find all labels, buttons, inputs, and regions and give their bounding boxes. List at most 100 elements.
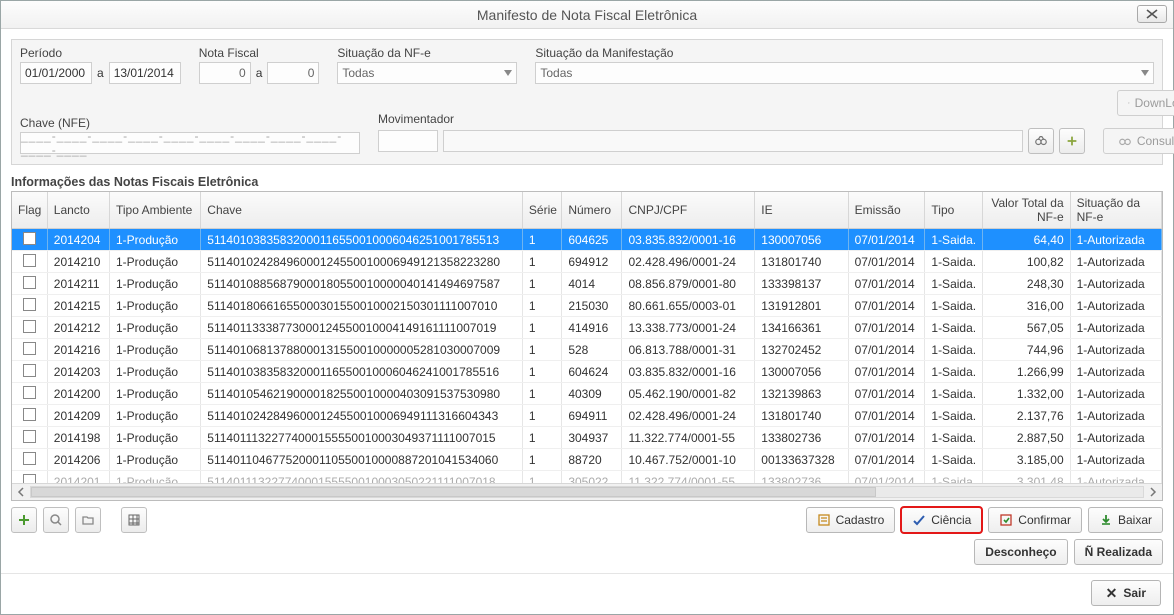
- manifestacao-combo[interactable]: Todas: [535, 62, 1154, 84]
- cell-ie: 133802736: [755, 427, 848, 449]
- baixar-button[interactable]: Baixar: [1088, 507, 1163, 533]
- cell-valor: 3.185,00: [983, 449, 1070, 471]
- consultar-button[interactable]: Consultar: [1103, 128, 1174, 154]
- cell-valor: 248,30: [983, 273, 1070, 295]
- horizontal-scrollbar[interactable]: [12, 483, 1162, 500]
- confirmar-button[interactable]: Confirmar: [988, 507, 1082, 533]
- cell-cnpj: 13.338.773/0001-24: [622, 317, 755, 339]
- cell-numero: 528: [562, 339, 622, 361]
- cell-lancto: 2014211: [47, 273, 109, 295]
- nf-from-input[interactable]: [199, 62, 251, 84]
- table-row[interactable]: 20142101-Produção51140102428496000124550…: [12, 251, 1162, 273]
- row-checkbox[interactable]: [23, 474, 36, 483]
- nf-to-input[interactable]: [267, 62, 319, 84]
- chevron-down-icon: [1141, 70, 1149, 76]
- open-button[interactable]: [75, 507, 101, 533]
- table-row[interactable]: 20141981-Produção51140111322774000155550…: [12, 427, 1162, 449]
- table-row[interactable]: 20142061-Produção51140110467752000110550…: [12, 449, 1162, 471]
- col-lancto-header[interactable]: Lancto: [47, 192, 109, 229]
- row-checkbox[interactable]: [23, 232, 36, 245]
- cell-numero: 304937: [562, 427, 622, 449]
- row-checkbox[interactable]: [23, 298, 36, 311]
- cell-emissao: 07/01/2014: [848, 471, 925, 483]
- cell-emissao: 07/01/2014: [848, 251, 925, 273]
- row-checkbox[interactable]: [23, 430, 36, 443]
- row-checkbox[interactable]: [23, 364, 36, 377]
- table-row[interactable]: 20142011-Produção51140111322774000155550…: [12, 471, 1162, 483]
- grid-options-button[interactable]: [121, 507, 147, 533]
- cell-serie: 1: [522, 405, 561, 427]
- table-row[interactable]: 20142121-Produção51140113338773000124550…: [12, 317, 1162, 339]
- row-checkbox[interactable]: [23, 320, 36, 333]
- col-ambiente-header[interactable]: Tipo Ambiente: [110, 192, 201, 229]
- cell-lancto: 2014216: [47, 339, 109, 361]
- table-row[interactable]: 20142161-Produção51140106813788000131550…: [12, 339, 1162, 361]
- scroll-thumb[interactable]: [31, 487, 876, 497]
- cell-tipo: 1-Saida.: [925, 229, 983, 251]
- movimentador-label: Movimentador: [378, 112, 1085, 126]
- cell-ie: 131801740: [755, 405, 848, 427]
- situacao-nfe-combo[interactable]: Todas: [337, 62, 517, 84]
- table-row[interactable]: 20142041-Produção51140103835832000116550…: [12, 229, 1162, 251]
- close-window-button[interactable]: [1137, 5, 1167, 23]
- chave-nfe-input[interactable]: ____-____-____-____-____-____-____-____-…: [20, 132, 360, 154]
- confirmar-label: Confirmar: [1018, 513, 1071, 527]
- cell-situacao: 1-Autorizada: [1070, 339, 1161, 361]
- col-numero-header[interactable]: Número: [562, 192, 622, 229]
- movimentador-code-input[interactable]: [378, 130, 438, 152]
- cell-lancto: 2014210: [47, 251, 109, 273]
- col-serie-header[interactable]: Série: [522, 192, 561, 229]
- cell-ie: 00133637328: [755, 449, 848, 471]
- col-tipo-header[interactable]: Tipo: [925, 192, 983, 229]
- download-button[interactable]: DownLoad: [1117, 90, 1174, 116]
- table-row[interactable]: 20142111-Produção51140108856879000180550…: [12, 273, 1162, 295]
- movimentador-name-display: [443, 130, 1023, 152]
- cell-tipo: 1-Saida.: [925, 449, 983, 471]
- cell-emissao: 07/01/2014: [848, 295, 925, 317]
- col-cnpj-header[interactable]: CNPJ/CPF: [622, 192, 755, 229]
- col-chave-header[interactable]: Chave: [201, 192, 523, 229]
- row-checkbox[interactable]: [23, 408, 36, 421]
- col-flag-header[interactable]: Flag: [12, 192, 47, 229]
- scroll-track[interactable]: [30, 486, 1144, 498]
- cadastro-button[interactable]: Cadastro: [806, 507, 896, 533]
- periodo-from-input[interactable]: [20, 62, 92, 84]
- col-valor-header[interactable]: Valor Total da NF-e: [983, 192, 1070, 229]
- table-row[interactable]: 20142031-Produção51140103835832000116550…: [12, 361, 1162, 383]
- scroll-left-button[interactable]: [14, 485, 28, 499]
- cell-situacao: 1-Autorizada: [1070, 317, 1161, 339]
- scroll-right-button[interactable]: [1146, 485, 1160, 499]
- row-checkbox[interactable]: [23, 386, 36, 399]
- row-checkbox[interactable]: [23, 254, 36, 267]
- desconheco-button[interactable]: Desconheço: [974, 539, 1067, 565]
- ciencia-button[interactable]: Ciência: [901, 507, 982, 533]
- table-row[interactable]: 20142151-Produção51140180661655000301550…: [12, 295, 1162, 317]
- cell-valor: 2.887,50: [983, 427, 1070, 449]
- nrealizada-button[interactable]: Ñ Realizada: [1074, 539, 1163, 565]
- search-button[interactable]: [1028, 128, 1054, 154]
- table-row[interactable]: 20142001-Produção51140105462190000182550…: [12, 383, 1162, 405]
- row-checkbox[interactable]: [23, 342, 36, 355]
- manifestacao-group: Situação da Manifestação Todas: [535, 46, 1154, 84]
- cell-ie: 131912801: [755, 295, 848, 317]
- col-ie-header[interactable]: IE: [755, 192, 848, 229]
- cell-situacao: 1-Autorizada: [1070, 449, 1161, 471]
- row-checkbox[interactable]: [23, 276, 36, 289]
- add-button[interactable]: [11, 507, 37, 533]
- cell-lancto: 2014206: [47, 449, 109, 471]
- grid-container: Flag Lancto Tipo Ambiente Chave Série Nú…: [11, 191, 1163, 501]
- cell-ambiente: 1-Produção: [110, 471, 201, 483]
- cell-valor: 3.301,48: [983, 471, 1070, 483]
- view-button[interactable]: [43, 507, 69, 533]
- periodo-separator: a: [97, 66, 104, 80]
- col-situacao-header[interactable]: Situação da NF-e: [1070, 192, 1161, 229]
- row-checkbox[interactable]: [23, 452, 36, 465]
- cell-ambiente: 1-Produção: [110, 427, 201, 449]
- manifestacao-label: Situação da Manifestação: [535, 46, 1154, 60]
- periodo-to-input[interactable]: [109, 62, 181, 84]
- cell-lancto: 2014198: [47, 427, 109, 449]
- col-emissao-header[interactable]: Emissão: [848, 192, 925, 229]
- table-row[interactable]: 20142091-Produção51140102428496000124550…: [12, 405, 1162, 427]
- sair-button[interactable]: ✕ Sair: [1091, 580, 1161, 606]
- clear-button[interactable]: [1059, 128, 1085, 154]
